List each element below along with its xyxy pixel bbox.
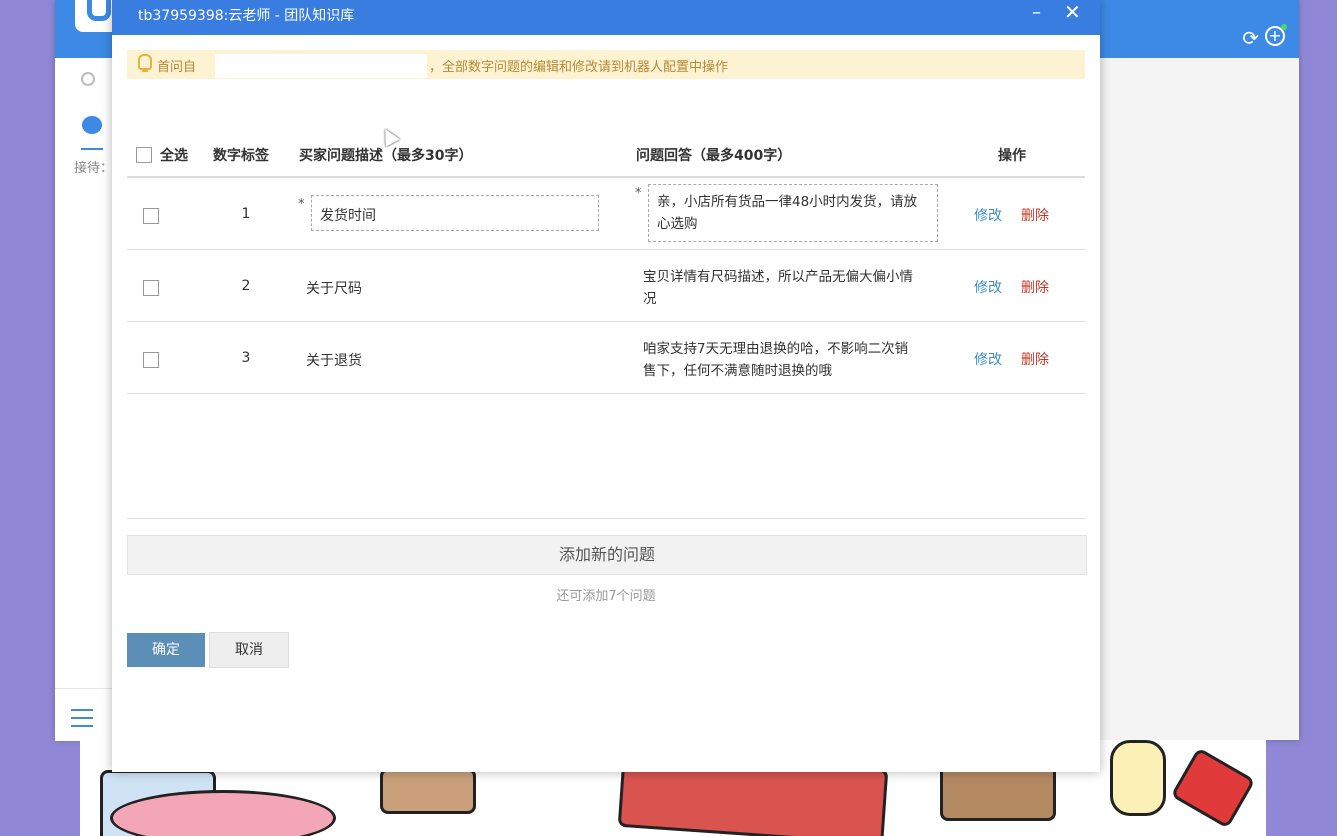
row-number: 2 <box>241 278 251 294</box>
remaining-count-text: 还可添加7个问题 <box>556 589 656 604</box>
knowledge-base-dialog: tb37959398:云老师 - 团队知识库 – ✕ 首问自 ，全部数字问题的编… <box>112 0 1100 772</box>
reception-label: 接待： <box>74 161 114 176</box>
question-text: 关于退货 <box>306 353 362 369</box>
required-mark: * <box>635 186 642 201</box>
notification-dot <box>1281 24 1287 30</box>
answer-text: 咱家支持7天无理由退换的哈，不影响二次销售下，任何不满意随时退换的哦 <box>643 341 909 379</box>
search-area[interactable] <box>55 58 112 103</box>
table-row: 1 * 发货时间 * 亲，小店所有货品一律48小时内发货，请放心选购 修改 删除 <box>127 178 1085 250</box>
delete-link[interactable]: 删除 <box>1021 349 1049 369</box>
delete-link[interactable]: 删除 <box>1021 205 1049 225</box>
notice-banner: 首问自 ，全部数字问题的编辑和修改请到机器人配置中操作 <box>127 50 1085 79</box>
dialog-title: tb37959398:云老师 - 团队知识库 <box>138 8 355 24</box>
row-checkbox[interactable] <box>143 280 159 296</box>
dialog-titlebar[interactable]: tb37959398:云老师 - 团队知识库 – ✕ <box>112 0 1100 35</box>
table-row: 2 关于尺码 宝贝详情有尺码描述，所以产品无偏大偏小情况 修改 删除 <box>127 250 1085 322</box>
select-all-checkbox[interactable] <box>136 147 152 163</box>
refresh-icon[interactable]: ⟳ <box>1242 26 1259 50</box>
question-text: 关于尺码 <box>306 281 362 297</box>
question-header: 买家问题描述（最多30字） <box>299 148 473 164</box>
row-number: 1 <box>241 206 251 222</box>
number-tag-header: 数字标签 <box>213 148 269 164</box>
table-row: 3 关于退货 咱家支持7天无理由退换的哈，不影响二次销售下，任何不满意随时退换的… <box>127 322 1085 394</box>
notice-suffix: ，全部数字问题的编辑和修改请到机器人配置中操作 <box>429 60 729 75</box>
select-all-label[interactable]: 全选 <box>160 145 188 165</box>
chat-tab-indicator <box>81 148 103 150</box>
edit-link[interactable]: 修改 <box>974 349 1002 369</box>
illustration-shape <box>110 790 336 836</box>
row-checkbox[interactable] <box>143 352 159 368</box>
confirm-button[interactable]: 确定 <box>127 633 205 667</box>
search-icon <box>81 72 95 86</box>
menu-icon[interactable] <box>71 709 93 727</box>
row-checkbox[interactable] <box>143 208 159 224</box>
add-question-button[interactable]: 添加新的问题 <box>127 535 1087 575</box>
edit-link[interactable]: 修改 <box>974 277 1002 297</box>
row-number: 3 <box>241 350 251 366</box>
minimize-button[interactable]: – <box>1032 2 1041 23</box>
answer-input[interactable]: 亲，小店所有货品一律48小时内发货，请放心选购 <box>648 184 938 242</box>
answer-text: 宝贝详情有尺码描述，所以产品无偏大偏小情况 <box>643 269 913 307</box>
delete-link[interactable]: 删除 <box>1021 277 1049 297</box>
notice-redacted <box>215 54 427 78</box>
notice-prefix: 首问自 <box>157 60 197 75</box>
actions-header: 操作 <box>998 148 1026 164</box>
chat-icon[interactable] <box>82 116 102 134</box>
lightbulb-icon <box>138 54 152 72</box>
required-mark: * <box>298 197 305 212</box>
bottom-bar <box>55 688 112 741</box>
question-input[interactable]: 发货时间 <box>311 195 599 231</box>
table-header: 全选 数字标签 买家问题描述（最多30字） 问题回答（最多400字） 操作 <box>127 132 1085 178</box>
close-button[interactable]: ✕ <box>1064 0 1081 24</box>
left-panel <box>55 102 112 688</box>
table-bottom-divider <box>127 518 1085 519</box>
answer-header: 问题回答（最多400字） <box>636 148 792 164</box>
illustration-shape <box>1170 747 1256 829</box>
illustration-shape <box>1110 740 1166 816</box>
illustration-shape <box>380 768 476 814</box>
edit-link[interactable]: 修改 <box>974 205 1002 225</box>
cancel-button[interactable]: 取消 <box>209 632 289 668</box>
